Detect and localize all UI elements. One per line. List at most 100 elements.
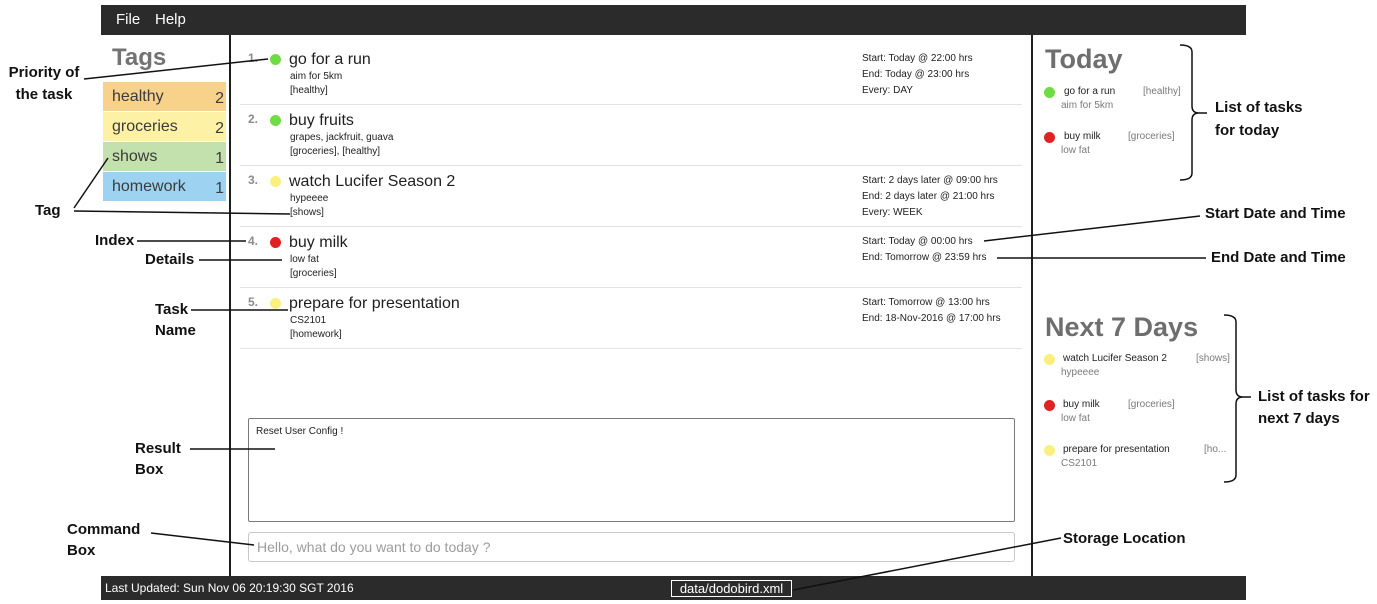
task-tags: [groceries]	[290, 268, 337, 279]
annotation-command-box: Command Box	[67, 519, 140, 561]
task-tags: [healthy]	[290, 85, 328, 96]
next7-item-tag: [shows]	[1196, 353, 1230, 364]
priority-indicator-icon	[1044, 87, 1055, 98]
annotation-task-name: Task Name	[155, 299, 196, 341]
tag-count: 1	[215, 150, 224, 167]
today-list-item[interactable]: buy milk [groceries] low fat	[1040, 131, 1240, 159]
priority-indicator-icon	[1044, 132, 1055, 143]
priority-indicator-icon	[270, 54, 281, 65]
priority-indicator-icon	[270, 298, 281, 309]
tags-panel-title: Tags	[112, 44, 167, 71]
annotation-end-datetime: End Date and Time	[1211, 249, 1346, 266]
next7-item-name: watch Lucifer Season 2	[1063, 353, 1167, 364]
annotation-text: Box	[67, 542, 96, 559]
today-item-details: low fat	[1061, 145, 1090, 156]
today-title: Today	[1045, 44, 1123, 74]
right-panel-divider	[1031, 35, 1033, 576]
today-item-tag: [groceries]	[1128, 131, 1175, 142]
task-tags: [groceries], [healthy]	[290, 146, 381, 157]
menu-file[interactable]: File	[116, 5, 140, 35]
result-text: Reset User Config !	[256, 426, 344, 437]
annotation-priority: Priority of the task	[4, 62, 84, 106]
task-name: prepare for presentation	[289, 295, 460, 312]
task-end: End: 18-Nov-2016 @ 17:00 hrs	[862, 313, 1001, 324]
priority-indicator-icon	[270, 237, 281, 248]
next7-title: Next 7 Days	[1045, 312, 1199, 342]
tag-count: 2	[215, 120, 224, 137]
command-input[interactable]	[248, 532, 1015, 562]
task-details: hypeeee	[290, 193, 329, 204]
today-item-details: aim for 5km	[1061, 100, 1114, 111]
status-bar: Last Updated: Sun Nov 06 20:19:30 SGT 20…	[101, 576, 1246, 600]
next7-item-details: CS2101	[1061, 458, 1098, 469]
tag-name: healthy	[112, 88, 164, 105]
next7-list-item[interactable]: watch Lucifer Season 2 [shows] hypeeee	[1040, 353, 1240, 381]
task-card[interactable]: 5. prepare for presentation CS2101 [home…	[240, 288, 1022, 349]
next7-item-name: buy milk	[1063, 399, 1100, 410]
annotation-text: Command	[67, 521, 141, 538]
tag-item-shows[interactable]: shows 1	[103, 142, 226, 171]
tag-name: homework	[112, 178, 186, 195]
task-name: go for a run	[289, 51, 371, 68]
annotation-text: next 7 days	[1258, 410, 1340, 427]
annotation-text: Box	[135, 461, 164, 478]
task-details: low fat	[290, 254, 319, 265]
task-card[interactable]: 3. watch Lucifer Season 2 hypeeee [shows…	[240, 166, 1022, 227]
task-details: CS2101	[290, 315, 327, 326]
task-details: grapes, jackfruit, guava	[290, 132, 394, 143]
task-start: Start: Today @ 22:00 hrs	[862, 53, 973, 64]
annotation-text: List of tasks for	[1258, 388, 1370, 405]
leader-line-command-box	[150, 532, 255, 546]
next7-item-details: hypeeee	[1061, 367, 1100, 378]
tag-name: shows	[112, 148, 158, 165]
today-item-name: buy milk	[1064, 131, 1101, 142]
task-card[interactable]: 1. go for a run aim for 5km [healthy] St…	[240, 44, 1022, 105]
task-index: 3.	[248, 173, 259, 187]
annotation-text: List of tasks	[1215, 99, 1303, 116]
next7-item-name: prepare for presentation	[1063, 444, 1170, 455]
annotation-index: Index	[95, 232, 135, 249]
task-index: 1.	[248, 51, 259, 65]
menu-bar: File Help	[101, 5, 1246, 35]
task-card[interactable]: 4. buy milk low fat [groceries] Start: T…	[240, 227, 1022, 288]
priority-indicator-icon	[270, 176, 281, 187]
next7-item-tag: [ho...	[1204, 444, 1227, 455]
menu-help[interactable]: Help	[155, 5, 186, 35]
storage-location-path: data/dodobird.xml	[671, 580, 792, 597]
tag-count: 1	[215, 180, 224, 197]
today-item-tag: [healthy]	[1143, 86, 1181, 97]
annotation-tag: Tag	[35, 202, 61, 219]
annotation-result-box: Result Box	[135, 438, 181, 480]
task-index: 5.	[248, 295, 259, 309]
task-recurrence: Every: DAY	[862, 85, 913, 96]
annotation-today-list: List of tasks for today	[1215, 96, 1303, 142]
task-end: End: Today @ 23:00 hrs	[862, 69, 970, 80]
task-card[interactable]: 2. buy fruits grapes, jackfruit, guava […	[240, 105, 1022, 166]
task-recurrence: Every: WEEK	[862, 207, 923, 218]
annotation-start-datetime: Start Date and Time	[1205, 205, 1346, 222]
priority-indicator-icon	[1044, 354, 1055, 365]
result-box: Reset User Config !	[248, 418, 1015, 522]
task-index: 2.	[248, 112, 259, 126]
priority-indicator-icon	[1044, 445, 1055, 456]
task-start: Start: 2 days later @ 09:00 hrs	[862, 175, 998, 186]
tag-item-homework[interactable]: homework 1	[103, 172, 226, 201]
task-end: End: Tomorrow @ 23:59 hrs	[862, 252, 987, 263]
next7-list-item[interactable]: prepare for presentation [ho... CS2101	[1040, 444, 1240, 472]
annotation-details: Details	[145, 251, 195, 268]
priority-indicator-icon	[1044, 400, 1055, 411]
tag-name: groceries	[112, 118, 178, 135]
today-item-name: go for a run	[1064, 86, 1116, 97]
task-index: 4.	[248, 234, 259, 248]
today-list-item[interactable]: go for a run [healthy] aim for 5km	[1040, 86, 1240, 114]
tag-item-healthy[interactable]: healthy 2	[103, 82, 226, 111]
next7-item-details: low fat	[1061, 413, 1090, 424]
annotation-text: Result	[135, 440, 181, 457]
task-details: aim for 5km	[290, 71, 343, 82]
left-panel-divider	[229, 35, 231, 576]
task-start: Start: Today @ 00:00 hrs	[862, 236, 973, 247]
annotation-text: Name	[155, 322, 196, 339]
next7-list-item[interactable]: buy milk [groceries] low fat	[1040, 399, 1240, 427]
task-end: End: 2 days later @ 21:00 hrs	[862, 191, 995, 202]
tag-item-groceries[interactable]: groceries 2	[103, 112, 226, 141]
